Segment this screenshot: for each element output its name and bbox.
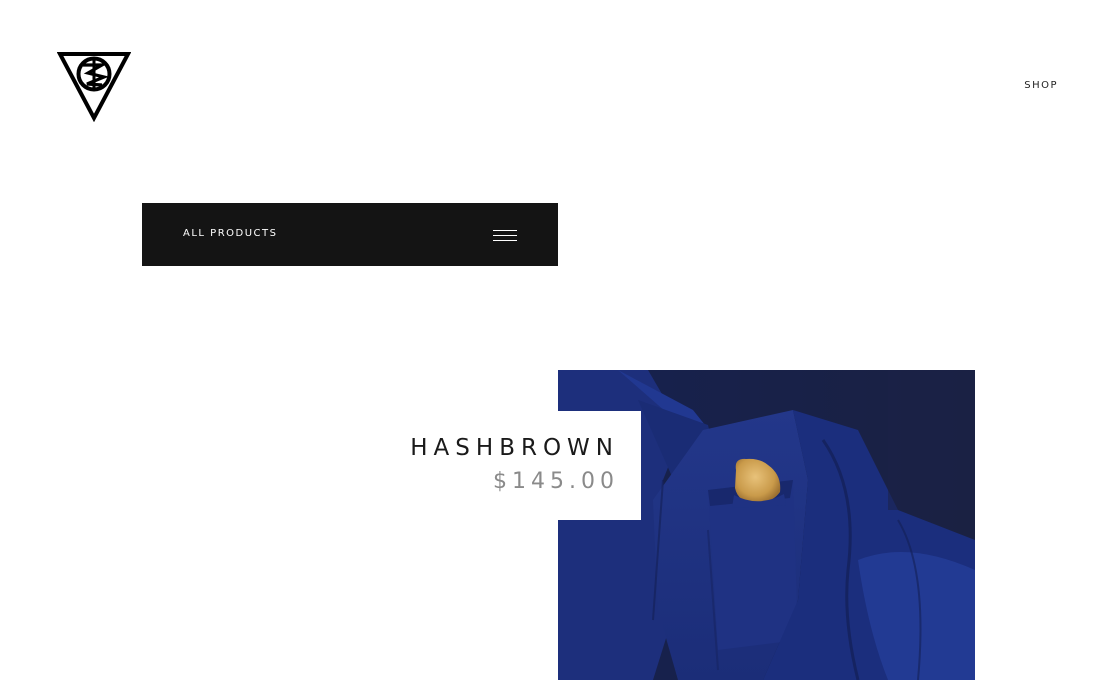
- all-products-filter-bar[interactable]: ALL PRODUCTS: [142, 203, 558, 266]
- product-name[interactable]: HASHBROWN: [410, 435, 619, 461]
- page: SHOP ALL PRODUCTS HASHBROWN $145.00: [0, 0, 1120, 680]
- brand-logo-icon[interactable]: [56, 52, 132, 123]
- nav-shop-link[interactable]: SHOP: [1024, 80, 1058, 91]
- filter-label: ALL PRODUCTS: [183, 228, 278, 239]
- hamburger-menu-icon[interactable]: [493, 230, 517, 242]
- product-card: HASHBROWN $145.00: [404, 411, 641, 520]
- product-price: $145.00: [493, 469, 619, 494]
